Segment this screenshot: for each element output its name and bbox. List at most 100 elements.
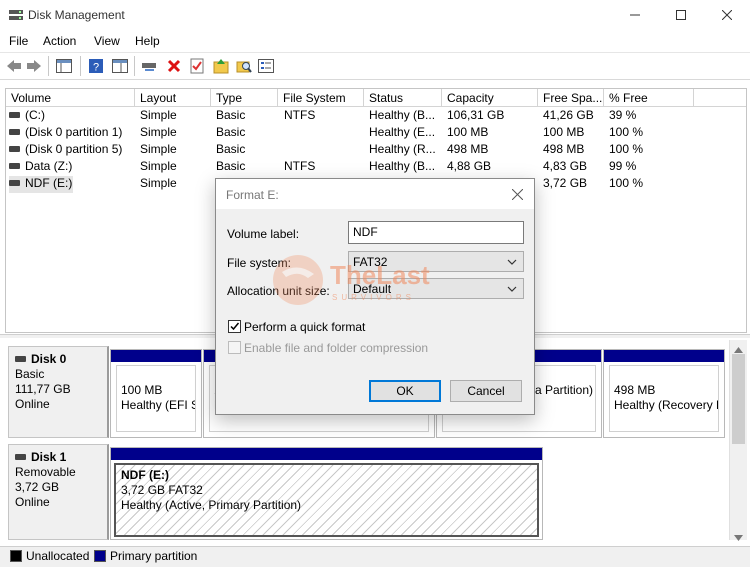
partition-recovery[interactable]: 498 MB Healthy (Recovery Pa [603, 349, 725, 438]
disk-kind: Basic [15, 367, 45, 381]
quick-format-checkbox[interactable] [228, 320, 241, 333]
layout-cell: Simple [140, 176, 177, 190]
type-cell: Basic [216, 125, 246, 139]
partition-info: 100 MB Healthy (EFI Sy [116, 365, 196, 432]
drive-icon [9, 129, 20, 135]
file-system-label: File system: [227, 256, 292, 270]
column-header-volume[interactable]: Volume [6, 89, 135, 107]
volume-name: (Disk 0 partition 5) [25, 142, 123, 156]
percent-free-cell: 100 % [609, 142, 644, 156]
capacity-cell: 100 MB [447, 125, 489, 139]
volume-name: Data (Z:) [25, 159, 73, 173]
help-icon[interactable]: ? [86, 56, 106, 76]
list-view-icon[interactable] [256, 56, 276, 76]
allocation-unit-size-label: Allocation unit size: [227, 284, 330, 298]
layout-cell: Simple [140, 108, 177, 122]
volume-label-label: Volume label: [227, 227, 300, 241]
free-space-cell: 41,26 GB [543, 108, 594, 122]
disk-map-scrollbar[interactable] [729, 340, 747, 541]
properties-pane-icon[interactable] [110, 56, 130, 76]
disk-name: Disk 0 [15, 352, 107, 367]
svg-text:?: ? [93, 62, 99, 74]
menu-file[interactable]: File [9, 34, 28, 48]
compression-label: Enable file and folder compression [244, 341, 429, 355]
free-space-cell: 100 MB [543, 125, 585, 139]
window-title: Disk Management [28, 8, 125, 22]
format-dialog: Format E: Volume label: NDF File system:… [215, 178, 535, 415]
delete-icon[interactable] [164, 56, 184, 76]
disk-name: Disk 1 [15, 450, 107, 465]
disk-0-label[interactable]: Disk 0 Basic 111,77 GB Online [8, 346, 109, 438]
partition-size: 498 MB [614, 383, 656, 397]
column-header-layout[interactable]: Layout [135, 89, 211, 107]
checklist-icon[interactable] [187, 56, 207, 76]
status-cell: Healthy (B... [369, 108, 436, 122]
volume-name: (C:) [25, 108, 45, 122]
disk-state: Online [15, 397, 50, 411]
volume-name-cell: Data (Z:) [9, 159, 133, 176]
volume-row[interactable]: (Disk 0 partition 5) Simple Basic Health… [6, 142, 746, 159]
column-header-status[interactable]: Status [364, 89, 442, 107]
free-space-cell: 4,83 GB [543, 159, 588, 173]
cancel-button[interactable]: Cancel [450, 380, 522, 402]
column-header-file-system[interactable]: File System [278, 89, 364, 107]
partition-info-hatched: NDF (E:) 3,72 GB FAT32 Healthy (Active, … [114, 463, 539, 537]
volume-row[interactable]: (C:) Simple Basic NTFS Healthy (B... 106… [6, 108, 746, 125]
column-header-type[interactable]: Type [211, 89, 278, 107]
column-header-percent-free[interactable]: % Free [604, 89, 694, 107]
status-cell: Healthy (R... [369, 142, 436, 156]
file-system-select[interactable]: FAT32 [348, 251, 524, 272]
volume-row[interactable]: (Disk 0 partition 1) Simple Basic Health… [6, 125, 746, 142]
allocation-unit-size-select[interactable]: Default [348, 278, 524, 299]
percent-free-cell: 100 % [609, 176, 644, 190]
console-tree-icon[interactable] [54, 56, 74, 76]
capacity-cell: 498 MB [447, 142, 489, 156]
toolbar-separator [134, 56, 135, 76]
partition-status: Healthy (EFI Sy [121, 398, 195, 412]
back-arrow-icon[interactable] [4, 56, 24, 76]
menu-action[interactable]: Action [43, 34, 76, 48]
chevron-down-icon [507, 256, 517, 266]
connect-drive-icon[interactable] [140, 56, 160, 76]
dialog-title: Format E: [226, 188, 279, 202]
menu-help[interactable]: Help [135, 34, 160, 48]
type-cell: Basic [216, 108, 246, 122]
drive-icon [9, 180, 20, 186]
file-system-cell: NTFS [284, 108, 316, 122]
column-header-capacity[interactable]: Capacity [442, 89, 538, 107]
minimize-button[interactable] [612, 0, 658, 30]
ok-button[interactable]: OK [369, 380, 441, 402]
menu-view[interactable]: View [94, 34, 120, 48]
disk-1-label[interactable]: Disk 1 Removable 3,72 GB Online [8, 444, 109, 540]
forward-arrow-icon[interactable] [24, 56, 44, 76]
status-cell: Healthy (E... [369, 125, 436, 139]
maximize-button[interactable] [658, 0, 704, 30]
volume-row[interactable]: Data (Z:) Simple Basic NTFS Healthy (B..… [6, 159, 746, 176]
folder-up-icon[interactable] [211, 56, 231, 76]
file-system-value: FAT32 [353, 255, 388, 269]
primary-partition-bar [111, 350, 201, 362]
partition-efi[interactable]: 100 MB Healthy (EFI Sy [110, 349, 202, 438]
file-system-cell: NTFS [284, 159, 316, 173]
dialog-close-icon[interactable] [506, 184, 528, 204]
percent-free-cell: 39 % [609, 108, 637, 122]
close-button[interactable] [704, 0, 750, 30]
quick-format-label[interactable]: Perform a quick format [244, 320, 365, 334]
volume-name-cell: (Disk 0 partition 1) [9, 125, 133, 142]
drive-icon [9, 146, 20, 152]
legend-unallocated: Unallocated [26, 549, 90, 563]
drive-icon [9, 163, 20, 169]
primary-partition-bar [111, 448, 542, 460]
partition-status: Healthy (Recovery Pa [614, 398, 718, 412]
capacity-cell: 106,31 GB [447, 108, 505, 122]
column-header-free-space[interactable]: Free Spa... [538, 89, 604, 107]
disk-management-icon [8, 8, 24, 22]
volume-label-input[interactable]: NDF [348, 221, 524, 244]
layout-cell: Simple [140, 142, 177, 156]
search-folder-icon[interactable] [234, 56, 254, 76]
file-system-cell [284, 125, 362, 142]
partition-ndf[interactable]: NDF (E:) 3,72 GB FAT32 Healthy (Active, … [110, 447, 543, 540]
scroll-down-icon[interactable] [734, 530, 743, 544]
scrollbar-thumb[interactable] [732, 354, 745, 444]
file-system-cell [284, 142, 362, 159]
